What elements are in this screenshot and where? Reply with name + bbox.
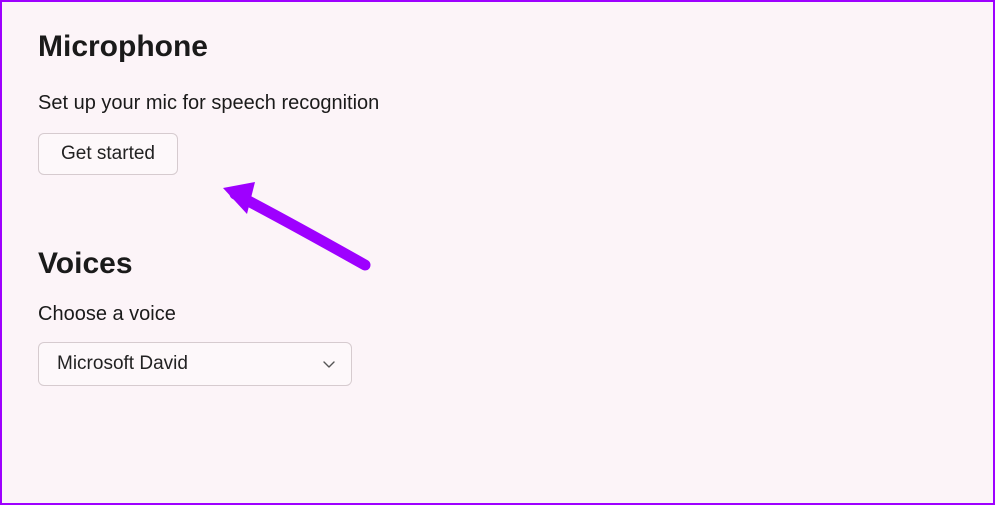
voice-select-value: Microsoft David xyxy=(57,353,188,375)
voices-heading: Voices xyxy=(38,247,957,281)
choose-voice-label: Choose a voice xyxy=(38,303,957,326)
chevron-down-icon xyxy=(321,356,337,372)
get-started-button[interactable]: Get started xyxy=(38,133,178,175)
microphone-description: Set up your mic for speech recognition xyxy=(38,92,957,115)
voice-select[interactable]: Microsoft David xyxy=(38,342,352,386)
microphone-heading: Microphone xyxy=(38,30,957,64)
